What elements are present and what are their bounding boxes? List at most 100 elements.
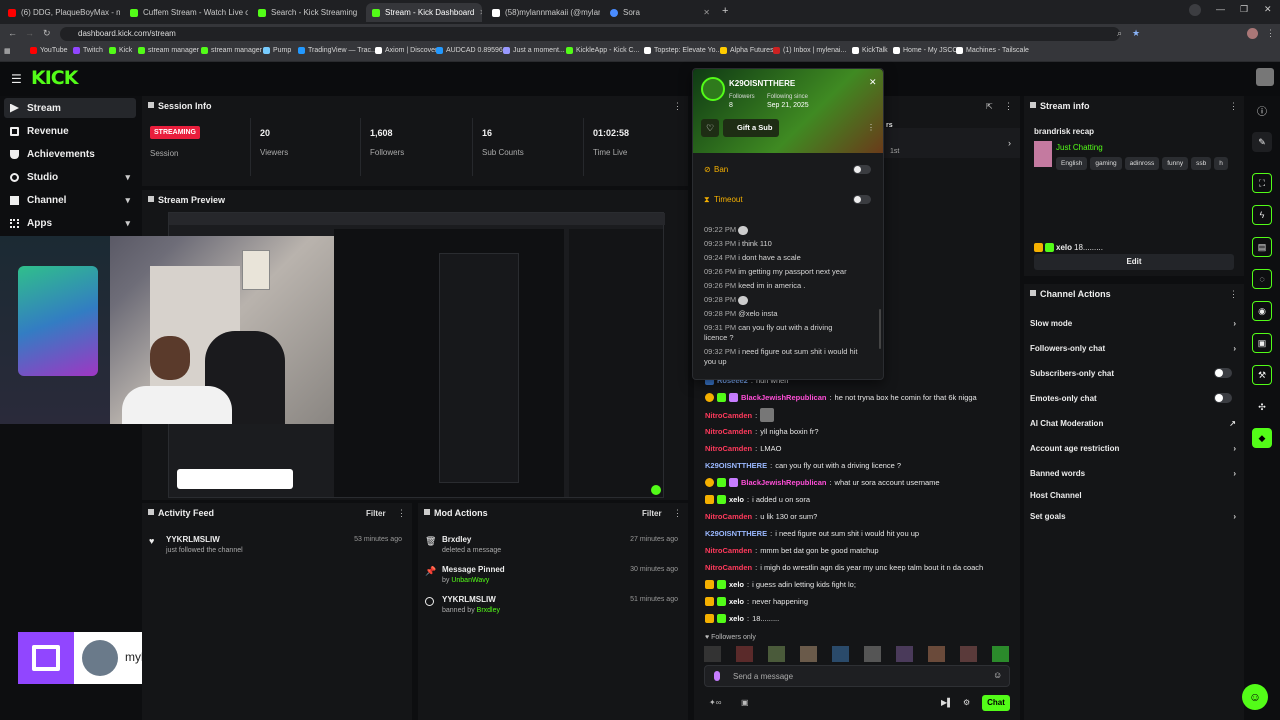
nav-apps[interactable]: Apps ▾ <box>4 213 136 233</box>
close-icon[interactable]: ✕ <box>869 77 877 88</box>
chat-username[interactable]: NitroCamden <box>705 512 752 521</box>
bookmark-item[interactable]: KickleApp - Kick C... <box>566 47 639 54</box>
bookmark-item[interactable]: YouTube <box>30 47 68 54</box>
minimize-icon[interactable]: — <box>1216 4 1225 14</box>
document-icon[interactable]: ▤ <box>1252 237 1272 257</box>
popout-icon[interactable]: ⇱ <box>986 102 993 111</box>
chat-bubble-icon[interactable]: ◌ <box>1252 269 1272 289</box>
broadcast-icon[interactable]: ◉ <box>1252 301 1272 321</box>
lightning-icon[interactable]: ϟ <box>1252 205 1272 225</box>
more-options-icon[interactable]: ⋮ <box>397 508 406 519</box>
puzzle-icon[interactable]: ✣ <box>1252 397 1272 417</box>
mod-by-user[interactable]: UnbanWavy <box>451 577 489 584</box>
menu-kebab-icon[interactable]: ⋮ <box>1266 28 1275 39</box>
emote-icon[interactable] <box>736 646 753 662</box>
browser-tab[interactable]: Sora ✕ <box>604 3 716 22</box>
action-subscribers-only[interactable]: Subscribers-only chat <box>1030 368 1236 378</box>
browser-tab[interactable]: (58)mylannmakaii (@mylannm✕ <box>486 3 600 22</box>
bookmark-item[interactable]: AUDCAD 0.89596 <box>436 47 503 54</box>
tag[interactable]: funny <box>1162 157 1189 170</box>
nav-channel[interactable]: Channel ▾ <box>4 190 136 210</box>
chat-input[interactable]: Send a message ☺ <box>704 665 1010 687</box>
user-avatar[interactable] <box>1256 68 1274 86</box>
ban-toggle[interactable] <box>853 165 871 174</box>
bookmark-item[interactable]: Alpha Futures <box>720 47 774 54</box>
window-close-icon[interactable]: ✕ <box>1264 4 1272 15</box>
emotes-only-toggle[interactable] <box>1214 393 1232 403</box>
nav-revenue[interactable]: Revenue <box>4 121 136 141</box>
chat-username[interactable]: K29OISNTTHERE <box>705 461 767 470</box>
chat-username[interactable]: BlackJewishRepublican <box>741 393 826 402</box>
nav-achievements[interactable]: Achievements <box>4 144 136 164</box>
subscribers-only-toggle[interactable] <box>1214 368 1232 378</box>
tag[interactable]: adinross <box>1124 157 1160 170</box>
browser-tab[interactable]: Cuffem Stream - Watch Live o✕ <box>124 3 248 22</box>
gift-icon[interactable]: ▣ <box>741 698 749 707</box>
action-followers-only[interactable]: Followers-only chat › <box>1030 344 1236 353</box>
pencil-icon[interactable]: ✎ <box>1252 132 1272 152</box>
chat-username[interactable]: NitroCamden <box>705 546 752 555</box>
info-icon[interactable]: ⓘ <box>1252 100 1272 120</box>
chat-username[interactable]: NitroCamden <box>705 563 752 572</box>
browser-tab-active[interactable]: Stream - Kick Dashboard ✕ <box>366 3 482 22</box>
more-options-icon[interactable]: ⋮ <box>1004 101 1013 112</box>
tag[interactable]: h <box>1214 157 1228 170</box>
emote-icon[interactable] <box>864 646 881 662</box>
emote-icon[interactable] <box>992 646 1009 662</box>
chat-username[interactable]: BlackJewishRepublican <box>741 478 826 487</box>
chat-username[interactable]: NitroCamden <box>705 444 752 453</box>
bookmark-item[interactable]: (1) Inbox | mylenai... <box>773 47 846 54</box>
microphone-icon[interactable] <box>714 671 720 681</box>
forward-icon[interactable]: → <box>25 28 34 38</box>
bookmark-star-icon[interactable]: ★ <box>1132 28 1140 39</box>
bookmark-item[interactable]: Axiom | Discover <box>375 47 437 54</box>
chat-username[interactable]: xelo <box>729 597 744 606</box>
action-banned-words[interactable]: Banned words › <box>1030 469 1236 478</box>
bookmark-item[interactable]: TradingView — Trac... <box>298 47 377 54</box>
tag[interactable]: gaming <box>1090 157 1122 170</box>
timeout-toggle[interactable] <box>853 195 871 204</box>
apps-grid-icon[interactable]: ▦ <box>4 47 11 55</box>
fullscreen-icon[interactable]: ⛶ <box>1252 173 1272 193</box>
new-tab-icon[interactable]: + <box>722 5 728 17</box>
settings-gear-icon[interactable]: ⚙ <box>963 698 970 707</box>
app-icon[interactable]: ◆ <box>1252 428 1272 448</box>
support-chat-icon[interactable]: ☺ <box>1242 684 1268 710</box>
more-options-icon[interactable]: ⋮ <box>867 123 875 132</box>
profile-avatar[interactable] <box>1247 28 1258 39</box>
tag[interactable]: English <box>1056 157 1088 170</box>
scrollbar[interactable] <box>879 309 881 349</box>
edit-button[interactable]: Edit <box>1034 254 1234 270</box>
bookmark-item[interactable]: stream manager <box>138 47 199 54</box>
points-icon[interactable]: ✦∞ <box>709 698 721 707</box>
action-set-goals[interactable]: Set goals › <box>1030 512 1236 521</box>
skip-icon[interactable]: ▶▌ <box>941 698 953 707</box>
filter-button[interactable]: Filter <box>366 509 386 518</box>
bookmark-item[interactable]: Just a moment... <box>503 47 565 54</box>
emote-icon[interactable] <box>960 646 977 662</box>
chat-send-button[interactable]: Chat <box>982 695 1010 711</box>
chevron-right-icon[interactable]: › <box>1008 138 1011 148</box>
bookmark-item[interactable]: stream manager <box>201 47 262 54</box>
chat-username[interactable]: xelo <box>729 580 744 589</box>
nav-studio[interactable]: Studio ▾ <box>4 167 136 187</box>
chat-username[interactable]: NitroCamden <box>705 427 752 436</box>
mod-by-user[interactable]: Brxdley <box>477 607 500 614</box>
bookmark-item[interactable]: Pump <box>263 47 291 54</box>
category-link[interactable]: Just Chatting <box>1056 143 1103 152</box>
more-options-icon[interactable]: ⋮ <box>1229 101 1238 112</box>
bookmark-item[interactable]: Machines - Tailscale <box>956 47 1029 54</box>
action-slow-mode[interactable]: Slow mode › <box>1030 319 1236 328</box>
wrench-icon[interactable]: ⚒ <box>1252 365 1272 385</box>
chat-username[interactable]: xelo <box>729 495 744 504</box>
follow-heart-button[interactable]: ♡ <box>701 119 719 137</box>
more-options-icon[interactable]: ⋮ <box>673 508 682 519</box>
nav-stream[interactable]: Stream <box>4 98 136 118</box>
filter-button[interactable]: Filter <box>642 509 662 518</box>
emote-icon[interactable] <box>800 646 817 662</box>
zoom-icon[interactable]: ⌕ <box>1117 28 1122 39</box>
activity-user[interactable]: YYKRLMSLIW <box>166 535 220 544</box>
close-icon[interactable]: ✕ <box>479 8 482 17</box>
emote-icon[interactable] <box>768 646 785 662</box>
bookmark-item[interactable]: Kick <box>109 47 132 54</box>
